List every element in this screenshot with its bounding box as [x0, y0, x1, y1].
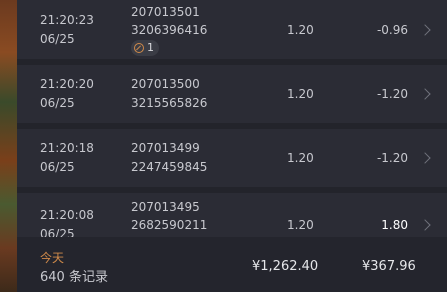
row-date: 06/25	[40, 96, 75, 110]
chevron-right-icon	[419, 219, 431, 231]
summary-footer: 今天 640 条记录 ¥1,262.40 ¥367.96	[17, 237, 447, 292]
row-amount: 1.20	[287, 151, 314, 165]
row-ref-id: 3206396416	[131, 23, 208, 37]
row-order-id: 207013499	[131, 141, 200, 155]
transaction-row[interactable]: 21:20:23 06/25 207013501 3206396416 1 1.…	[17, 0, 447, 59]
row-pnl: -1.20	[376, 151, 408, 165]
record-count: 640 条记录	[40, 270, 108, 285]
badge-count: 1	[147, 41, 154, 54]
row-time: 21:20:18	[40, 141, 94, 155]
row-time: 21:20:23	[40, 13, 94, 27]
chevron-right-icon	[419, 152, 431, 164]
row-badge[interactable]: 1	[131, 40, 159, 56]
row-amount: 1.20	[287, 218, 314, 232]
row-time: 21:20:08	[40, 208, 94, 222]
row-date: 06/25	[40, 32, 75, 46]
row-amount: 1.20	[287, 23, 314, 37]
transaction-row[interactable]: 21:20:20 06/25 207013500 3215565826 1.20…	[17, 65, 447, 123]
transaction-list: 21:20:23 06/25 207013501 3206396416 1 1.…	[17, 0, 447, 237]
row-amount: 1.20	[287, 87, 314, 101]
row-ref-id: 2682590211	[131, 218, 208, 232]
row-pnl: 1.80	[381, 218, 408, 232]
row-order-id: 207013501	[131, 5, 200, 19]
today-label[interactable]: 今天	[40, 249, 64, 266]
row-time: 21:20:20	[40, 77, 94, 91]
total-amount: ¥1,262.40	[252, 259, 319, 274]
row-date: 06/25	[40, 160, 75, 174]
row-ref-id: 3215565826	[131, 96, 208, 110]
total-pnl: ¥367.96	[362, 259, 416, 274]
chevron-right-icon	[419, 88, 431, 100]
row-pnl: -0.96	[376, 23, 408, 37]
row-date: 06/25	[40, 227, 75, 237]
background-image-strip	[0, 0, 17, 292]
transaction-row[interactable]: 21:20:18 06/25 207013499 2247459845 1.20…	[17, 129, 447, 187]
row-order-id: 207013500	[131, 77, 200, 91]
link-icon	[134, 43, 144, 53]
row-ref-id: 2247459845	[131, 160, 208, 174]
row-order-id: 207013495	[131, 200, 200, 214]
transaction-row[interactable]: 21:20:08 06/25 207013495 2682590211 1.20…	[17, 193, 447, 237]
transaction-list-screen: 21:20:23 06/25 207013501 3206396416 1 1.…	[0, 0, 447, 292]
row-pnl: -1.20	[376, 87, 408, 101]
chevron-right-icon	[419, 24, 431, 36]
